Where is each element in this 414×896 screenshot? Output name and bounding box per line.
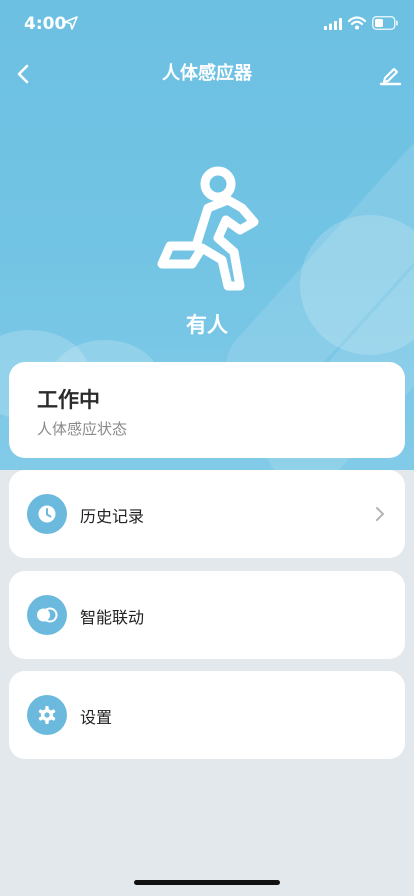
edit-button[interactable] [378,62,402,86]
clock-icon [27,494,67,534]
gear-icon [27,695,67,735]
back-button[interactable] [12,60,36,88]
menu-label-history: 历史记录 [80,507,145,526]
cellular-signal-icon [324,18,342,30]
toggle-icon [27,595,67,635]
menu-item-settings[interactable]: 设置 [9,671,405,759]
wifi-icon [348,16,366,30]
status-title: 工作中 [37,388,100,412]
menu-label-automation: 智能联动 [80,608,145,627]
battery-icon [372,16,398,30]
presence-status: 有人 [186,313,228,337]
running-person-icon [157,166,259,291]
menu-label-settings: 设置 [80,708,113,727]
menu-item-automation[interactable]: 智能联动 [9,571,405,659]
status-time: 4:00 [24,14,67,34]
menu-item-history[interactable]: 历史记录 [9,470,405,558]
status-subtitle: 人体感应状态 [37,420,128,438]
home-indicator[interactable] [134,880,280,885]
working-status-card: 工作中 人体感应状态 [9,362,405,458]
location-arrow-icon [64,16,78,30]
status-bar: 4:00 [0,0,414,48]
chevron-right-icon [376,507,384,521]
